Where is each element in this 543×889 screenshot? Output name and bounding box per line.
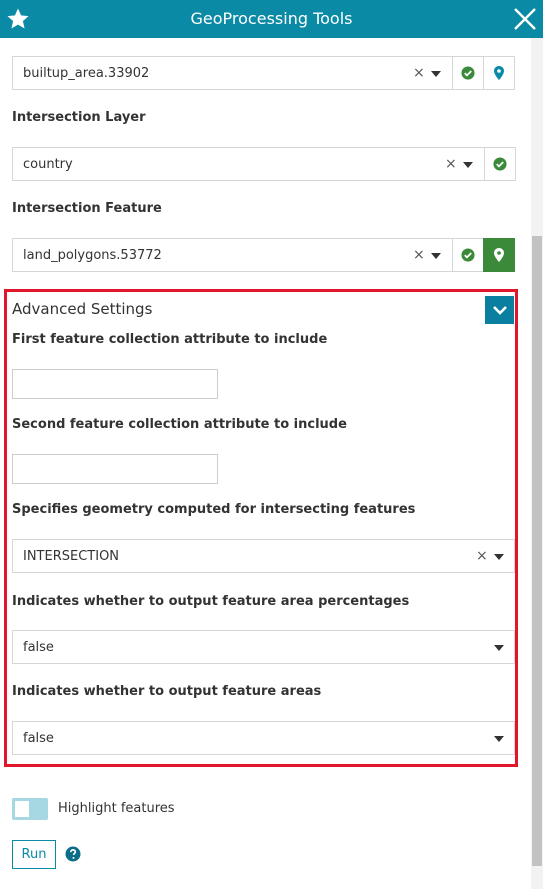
clear-icon[interactable]: × <box>413 239 425 272</box>
scrollbar-thumb[interactable] <box>532 236 542 866</box>
area-percent-label: Indicates whether to output feature area… <box>12 594 410 609</box>
check-circle-icon <box>493 157 507 171</box>
map-pin-button[interactable] <box>483 56 515 90</box>
chevron-down-icon[interactable] <box>494 645 504 651</box>
input-layer-value: builtup_area.33902 <box>23 66 150 81</box>
geometry-value: INTERSECTION <box>23 549 120 564</box>
advanced-settings-title: Advanced Settings <box>12 300 153 318</box>
area-percent-select[interactable]: false <box>12 630 515 664</box>
chevron-down-icon[interactable] <box>494 736 504 742</box>
map-pin-icon <box>494 248 504 262</box>
geometry-label: Specifies geometry computed for intersec… <box>12 502 416 517</box>
validate-button[interactable] <box>452 238 484 272</box>
map-pin-button[interactable] <box>483 238 515 272</box>
intersection-layer-label: Intersection Layer <box>12 110 146 125</box>
second-attr-label: Second feature collection attribute to i… <box>12 417 347 432</box>
first-attr-input[interactable] <box>12 369 218 399</box>
clear-icon[interactable]: × <box>445 148 457 181</box>
help-icon[interactable] <box>65 846 81 862</box>
validate-button[interactable] <box>452 56 484 90</box>
area-percent-value: false <box>23 640 54 655</box>
intersection-feature-value: land_polygons.53772 <box>23 248 162 263</box>
map-pin-icon <box>494 66 504 80</box>
header-title: GeoProcessing Tools <box>190 9 353 28</box>
intersection-layer-value: country <box>23 157 73 172</box>
intersection-feature-select[interactable]: land_polygons.53772 × <box>12 238 515 272</box>
input-layer-select[interactable]: builtup_area.33902 × <box>12 56 515 90</box>
advanced-settings-toggle-button[interactable] <box>485 296 514 324</box>
chevron-down-icon[interactable] <box>494 554 504 560</box>
highlight-features-label: Highlight features <box>58 801 175 816</box>
chevron-down-icon[interactable] <box>463 162 473 168</box>
areas-value: false <box>23 731 54 746</box>
clear-icon[interactable]: × <box>413 57 425 90</box>
check-circle-icon <box>461 66 475 80</box>
close-icon[interactable] <box>513 7 537 31</box>
chevron-down-icon[interactable] <box>431 71 441 77</box>
first-attr-label: First feature collection attribute to in… <box>12 332 328 347</box>
validate-button[interactable] <box>484 147 516 181</box>
areas-label: Indicates whether to output feature area… <box>12 684 322 699</box>
areas-select[interactable]: false <box>12 721 515 755</box>
intersection-feature-label: Intersection Feature <box>12 201 162 216</box>
clear-icon[interactable]: × <box>476 540 488 573</box>
chevron-down-icon <box>492 306 507 315</box>
second-attr-input[interactable] <box>12 454 218 484</box>
highlight-features-toggle[interactable] <box>12 798 48 820</box>
chevron-down-icon[interactable] <box>431 253 441 259</box>
geometry-select[interactable]: INTERSECTION × <box>12 539 515 573</box>
check-circle-icon <box>461 248 475 262</box>
run-button[interactable]: Run <box>12 840 56 869</box>
toggle-knob <box>15 801 29 817</box>
intersection-layer-select[interactable]: country × <box>12 147 516 181</box>
header-bar: GeoProcessing Tools <box>0 0 543 38</box>
